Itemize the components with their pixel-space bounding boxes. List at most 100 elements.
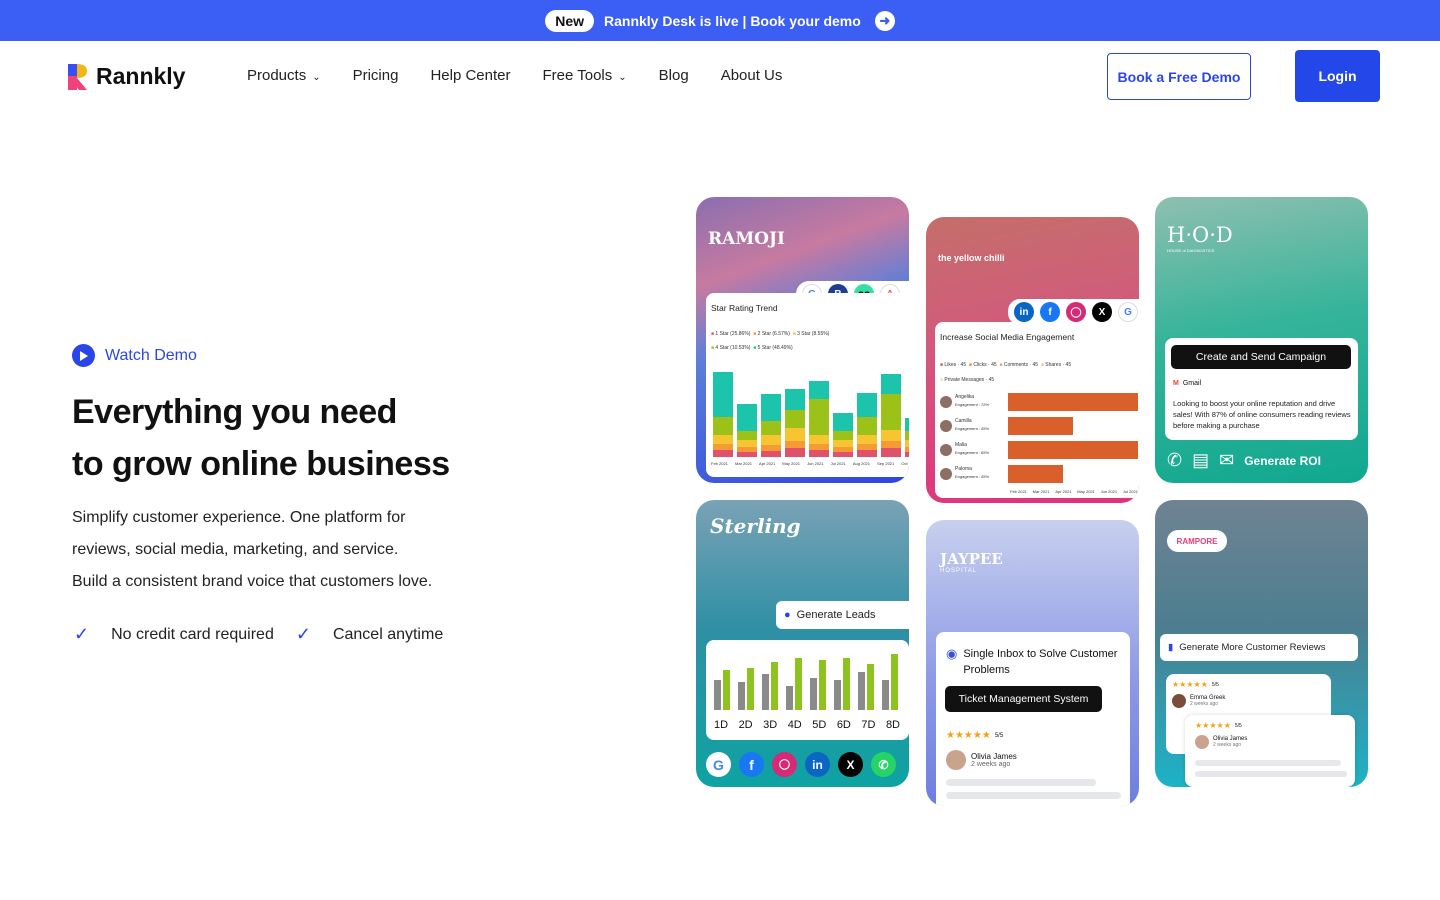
panel-title: Increase Social Media Engagement <box>940 332 1075 342</box>
menu-pricing[interactable]: Pricing <box>353 67 399 84</box>
month-label: Apr 2021 <box>1055 489 1072 494</box>
placeholder-line <box>1195 760 1341 766</box>
day-label: 2D <box>738 719 753 731</box>
generate-reviews-label: Generate More Customer Reviews <box>1179 642 1326 653</box>
person-name: Camilla <box>955 418 972 424</box>
rating-bar-segment <box>761 421 781 435</box>
engagement-bar <box>1008 465 1063 483</box>
menu-products[interactable]: Products ⌄ <box>247 67 321 84</box>
facebook-icon: f <box>1040 302 1060 322</box>
check-cancel-anytime: Cancel anytime <box>332 625 444 643</box>
leads-panel: 1D 2D 3D 4D 5D 6D 7D 8D <box>706 640 909 740</box>
arrow-right-icon[interactable]: ➜ <box>874 10 895 31</box>
stars-icon: ★★★★★ <box>1195 721 1231 730</box>
card-brand-sub: HOSPITAL <box>940 568 978 574</box>
rating-bar-segment <box>737 439 757 448</box>
month-label: Mar 2021 <box>735 461 752 466</box>
rating-value: 5/5 <box>994 732 1004 739</box>
rating-bar-segment <box>881 394 901 430</box>
rating-bar-segment <box>905 447 909 452</box>
rating-bar-segment <box>809 381 829 400</box>
review-card-2: ★★★★★ 5/5 Olivia James 2 weeks ago <box>1185 715 1355 787</box>
create-campaign-button[interactable]: Create and Send Campaign <box>1171 345 1351 369</box>
leads-bar <box>891 654 898 710</box>
whatsapp-icon: ✆ <box>871 752 896 777</box>
rating-bar-segment <box>857 449 877 457</box>
menu-help-center[interactable]: Help Center <box>430 67 510 84</box>
login-button[interactable]: Login <box>1295 50 1380 102</box>
hero-subtitle-line-3: Build a consistent brand voice that cust… <box>72 573 433 590</box>
gmail-row: M Gmail <box>1173 380 1201 387</box>
day-label: 4D <box>787 719 802 731</box>
day-axis: 1D 2D 3D 4D 5D 6D 7D 8D <box>714 719 900 731</box>
rating-bar-segment <box>905 418 909 431</box>
menu-products-label: Products <box>247 67 307 84</box>
rating-bar-segment <box>713 444 733 450</box>
month-label: Oct 2 <box>901 461 909 466</box>
legend-comments: Comments · 45 <box>1003 362 1039 368</box>
book-demo-button[interactable]: Book a Free Demo <box>1107 53 1251 100</box>
person-name: Angelika <box>955 394 975 400</box>
rating-bar-segment <box>857 416 877 435</box>
legend-row-1: ■ Likes · 45 ■ Clicks · 45 ■ Comments · … <box>940 362 1072 368</box>
rating-bar-segment <box>785 410 805 429</box>
engagement-row: Malia Engagement : 65% <box>940 438 1139 462</box>
check-icon: ✓ <box>295 624 311 644</box>
rating-bar-segment <box>713 449 733 457</box>
hero-title-line-1: Everything you need <box>72 393 397 431</box>
legend-3: 3 Star (8.55%) <box>797 331 830 337</box>
engagement-row: Camilla Engagement : 45% <box>940 414 1139 438</box>
menu-free-tools[interactable]: Free Tools ⌄ <box>543 67 627 84</box>
generate-roi-label: Generate ROI <box>1244 453 1321 468</box>
month-label: Jun 2021 <box>807 461 824 466</box>
check-no-credit-card: No credit card required <box>111 625 274 643</box>
play-icon <box>72 344 95 367</box>
rating-bar-segment <box>785 388 805 411</box>
star-rating-bars <box>711 365 909 457</box>
legend-4: 4 Star (10.53%) <box>715 345 751 351</box>
leads-bar <box>786 686 793 710</box>
card-star-rating-trend: RAMOJI G B oo A Star Rating Trend ■ 1 St… <box>696 197 909 483</box>
engagement-bar <box>1008 417 1073 435</box>
rating-bar-segment <box>881 374 901 394</box>
ticket-management-button[interactable]: Ticket Management System <box>945 686 1102 712</box>
rating-bar-segment <box>761 445 781 451</box>
month-label: Apr 2021 <box>759 461 776 466</box>
day-label: 5D <box>812 719 827 731</box>
email-icon: ✉ <box>1219 450 1235 470</box>
leads-bars <box>712 654 902 710</box>
watch-demo-link[interactable]: Watch Demo <box>72 344 197 367</box>
rating-bar-segment <box>881 430 901 441</box>
legend-shares: Shares · 45 <box>1045 362 1072 368</box>
engagement-rows: Angelika Engagement : 72% Camilla Engagemen… <box>940 390 1139 486</box>
announcement-banner[interactable]: New Rannkly Desk is live | Book your dem… <box>0 0 1440 41</box>
linkedin-icon: in <box>1014 302 1034 322</box>
rating-bar-segment <box>857 443 877 450</box>
campaign-body: Looking to boost your online reputation … <box>1173 399 1351 430</box>
logo[interactable]: Rannkly <box>68 63 185 90</box>
top-navigation: Rannkly Products ⌄ Pricing Help Center Fr… <box>0 41 1440 113</box>
rating-bar-segment <box>857 434 877 444</box>
generate-leads-label: Generate Leads <box>796 609 876 621</box>
rating-bar-segment <box>905 451 909 457</box>
rating-bar-segment <box>881 448 901 457</box>
rating-bar-segment <box>809 449 829 457</box>
card-social-engagement: the yellow chilli in f ◯ X G Increase So… <box>926 217 1139 503</box>
leads-bar <box>810 678 817 710</box>
engagement-bar <box>1008 441 1138 459</box>
legend-row-2: ■ Private Messages · 45 <box>940 377 995 383</box>
person-engagement: Engagement : 45% <box>955 474 990 479</box>
banner-text[interactable]: Rannkly Desk is live | Book your demo <box>604 13 861 29</box>
menu-about-us[interactable]: About Us <box>721 67 783 84</box>
panel-title: Star Rating Trend <box>711 303 778 313</box>
engagement-row: Angelika Engagement : 72% <box>940 390 1139 414</box>
rating-bar-segment <box>857 393 877 417</box>
review-1-rating: ★★★★★ 5/5 <box>1172 680 1219 689</box>
avatar <box>940 468 952 480</box>
menu-blog[interactable]: Blog <box>659 67 689 84</box>
rating-bar-segment <box>713 417 733 436</box>
review-1-rating-value: 5/5 <box>1211 681 1219 688</box>
review-2-time: 2 weeks ago <box>1213 742 1242 748</box>
card-customer-reviews: RAMPORE ▮ Generate More Customer Reviews … <box>1155 500 1368 787</box>
rating-bar-segment <box>881 440 901 448</box>
